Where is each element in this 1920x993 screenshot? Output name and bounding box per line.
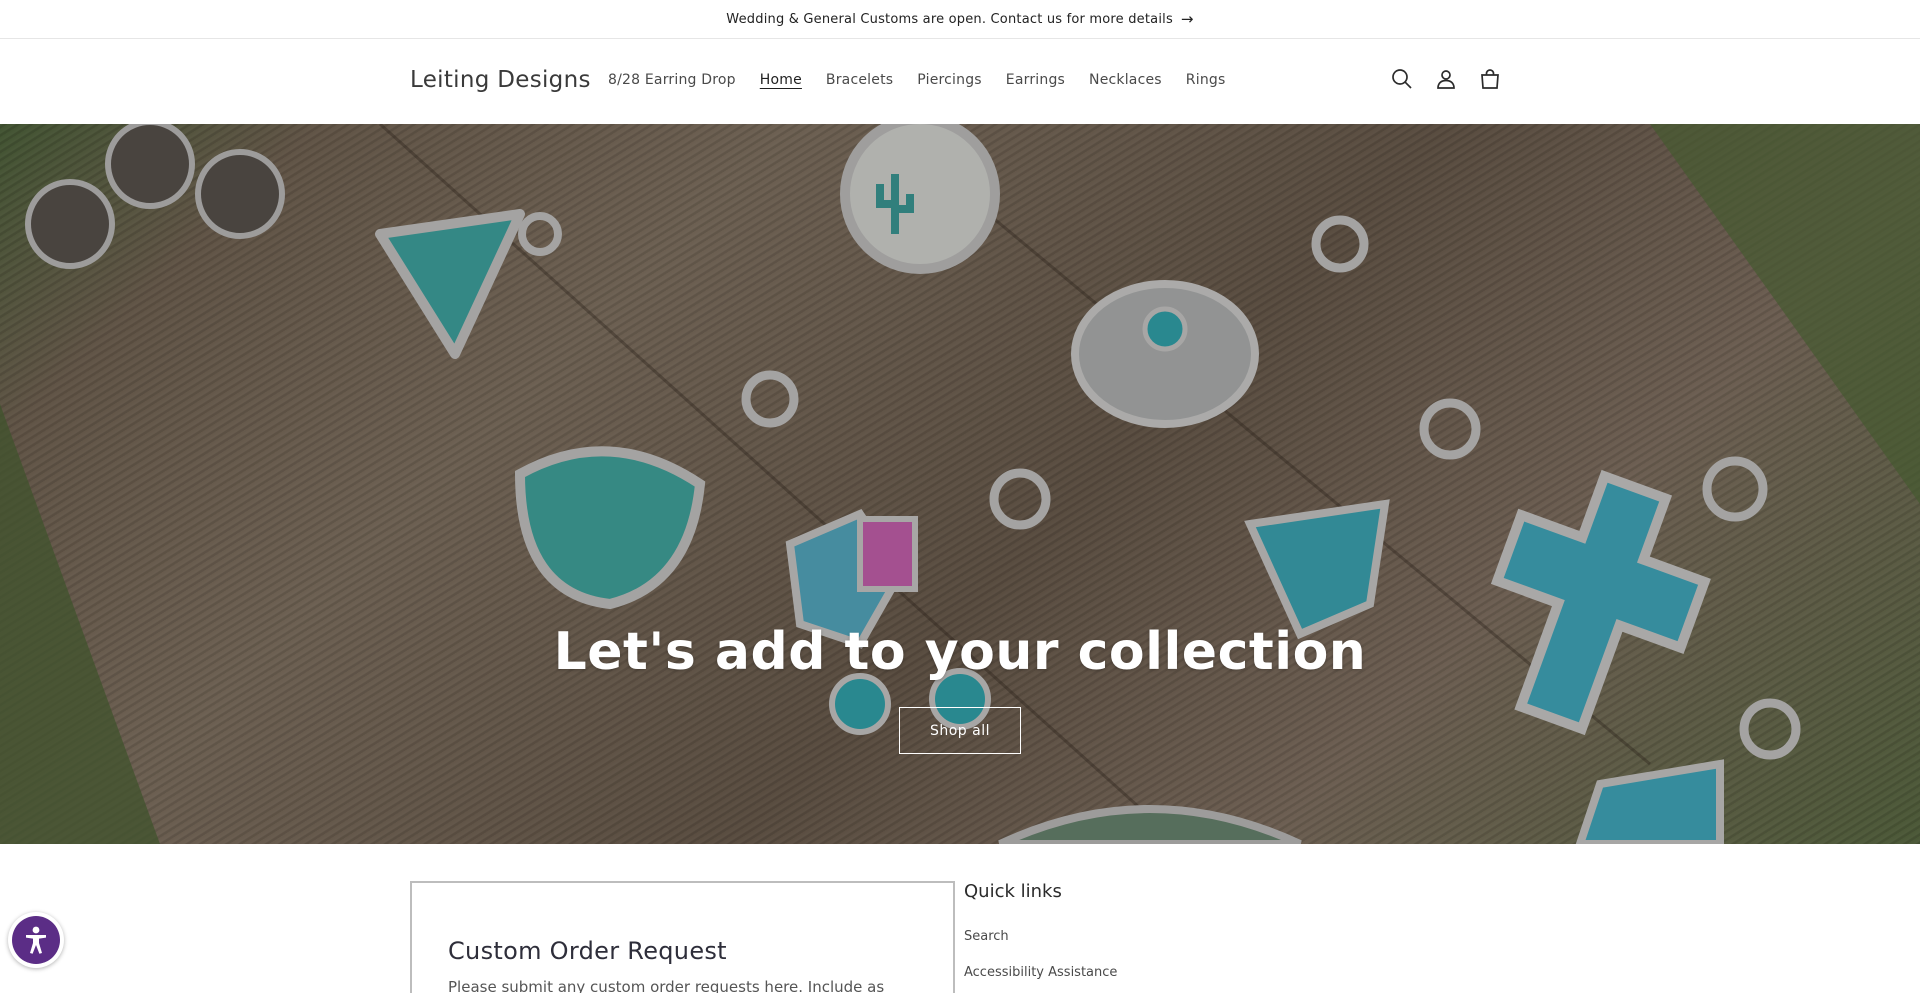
nav-item-rings[interactable]: Rings [1186,72,1226,88]
main-nav: 8/28 Earring Drop Home Bracelets Piercin… [608,72,1249,88]
custom-order-text: Please submit any custom order requests … [448,978,885,993]
site-header: Leiting Designs 8/28 Earring Drop Home B… [0,39,1920,124]
cart-icon[interactable] [1478,67,1502,91]
arrow-right-icon: → [1180,10,1194,28]
accessibility-icon [26,926,46,954]
site-logo[interactable]: Leiting Designs [410,67,591,93]
accessibility-icon-bg [12,916,60,964]
quick-links-title: Quick links [964,881,1062,902]
accessibility-widget-button[interactable] [8,912,64,968]
account-icon[interactable] [1434,67,1458,91]
announcement-text: Wedding & General Customs are open. Cont… [726,11,1173,27]
header-icons [1390,67,1502,91]
quick-links: Quick links Search Accessibility Assista… [964,881,1117,980]
nav-item-earring-drop[interactable]: 8/28 Earring Drop [608,72,736,88]
custom-order-title: Custom Order Request [448,937,727,965]
nav-item-piercings[interactable]: Piercings [917,72,982,88]
quick-link-search[interactable]: Search [964,929,1009,944]
nav-item-home[interactable]: Home [760,72,802,88]
hero-title: Let's add to your collection [553,622,1367,682]
nav-item-earrings[interactable]: Earrings [1006,72,1065,88]
nav-item-necklaces[interactable]: Necklaces [1089,72,1162,88]
shop-all-button[interactable]: Shop all [899,707,1021,754]
hero-banner: Let's add to your collection Shop all [0,124,1920,844]
nav-item-bracelets[interactable]: Bracelets [826,72,893,88]
quick-link-accessibility[interactable]: Accessibility Assistance [964,965,1117,980]
search-icon[interactable] [1390,67,1414,91]
custom-order-card: Custom Order Request Please submit any c… [410,881,955,993]
announcement-bar[interactable]: Wedding & General Customs are open. Cont… [0,0,1920,39]
